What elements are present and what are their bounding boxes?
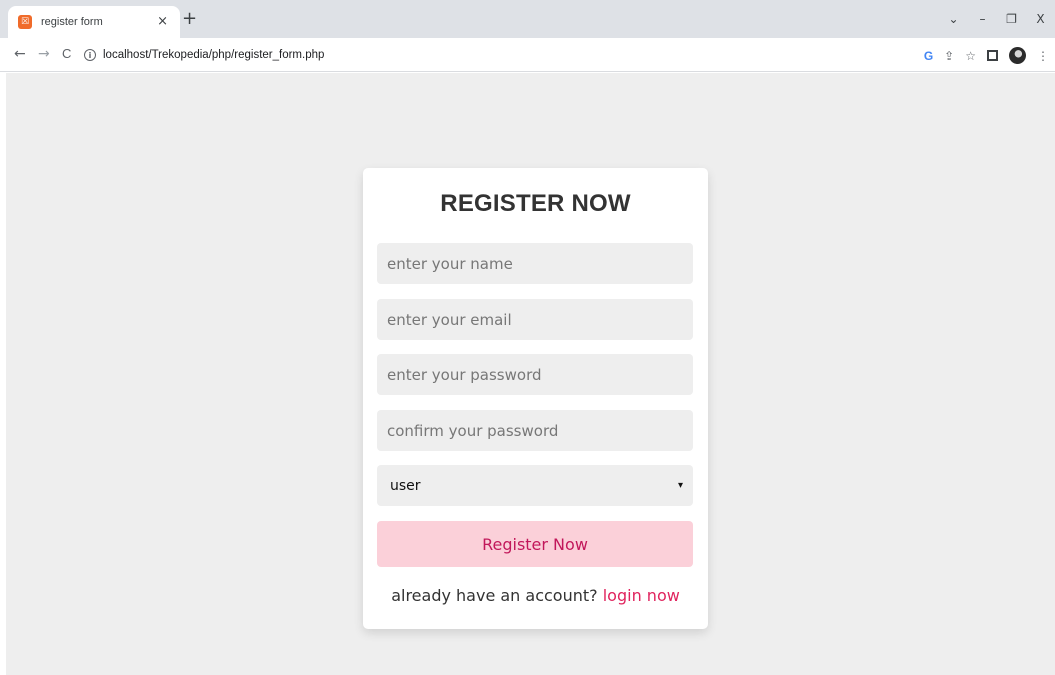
user-type-value: user — [390, 477, 421, 494]
user-type-select[interactable]: user ▾ — [377, 465, 693, 506]
confirm-password-input[interactable] — [377, 410, 693, 451]
side-panel-icon[interactable] — [987, 50, 998, 61]
browser-tab[interactable]: ☒ register form × — [8, 6, 180, 38]
browser-toolbar: ← → C i localhost/Trekopedia/php/registe… — [0, 38, 1055, 72]
tab-search-icon[interactable]: ⌄ — [939, 12, 968, 26]
login-prompt-text: already have an account? — [391, 586, 598, 605]
page-content: REGISTER NOW user ▾ Register Now already… — [6, 73, 1055, 675]
url-text[interactable]: localhost/Trekopedia/php/register_form.p… — [103, 49, 324, 61]
password-input[interactable] — [377, 354, 693, 395]
forward-icon[interactable]: → — [38, 46, 50, 62]
address-bar[interactable]: i localhost/Trekopedia/php/register_form… — [84, 44, 324, 66]
minimize-button[interactable]: – — [968, 12, 997, 26]
star-icon[interactable]: ☆ — [965, 49, 976, 63]
tab-close-icon[interactable]: × — [157, 14, 168, 29]
name-input[interactable] — [377, 243, 693, 284]
login-prompt: already have an account? login now — [363, 586, 708, 605]
share-icon[interactable]: ⇪ — [944, 49, 954, 63]
menu-icon[interactable]: ⋮ — [1037, 49, 1049, 63]
register-form-card: REGISTER NOW user ▾ Register Now already… — [363, 168, 708, 629]
email-input[interactable] — [377, 299, 693, 340]
reload-icon[interactable]: C — [62, 46, 71, 62]
browser-tab-strip: ☒ register form × + ⌄ – ❐ X — [0, 0, 1055, 38]
login-link[interactable]: login now — [603, 586, 680, 605]
chevron-down-icon: ▾ — [677, 480, 683, 491]
google-icon[interactable]: G — [924, 49, 933, 63]
back-icon[interactable]: ← — [14, 46, 26, 62]
new-tab-button[interactable]: + — [182, 10, 197, 28]
site-info-icon[interactable]: i — [84, 49, 96, 61]
xampp-favicon-icon: ☒ — [18, 15, 32, 29]
close-window-button[interactable]: X — [1026, 12, 1055, 26]
restore-button[interactable]: ❐ — [997, 12, 1026, 26]
toolbar-icons: G ⇪ ☆ ⋮ — [913, 47, 1049, 64]
window-controls: ⌄ – ❐ X — [939, 0, 1055, 38]
register-button[interactable]: Register Now — [377, 521, 693, 567]
tab-title: register form — [41, 16, 103, 28]
form-title: REGISTER NOW — [440, 190, 631, 217]
profile-avatar[interactable] — [1009, 47, 1026, 64]
